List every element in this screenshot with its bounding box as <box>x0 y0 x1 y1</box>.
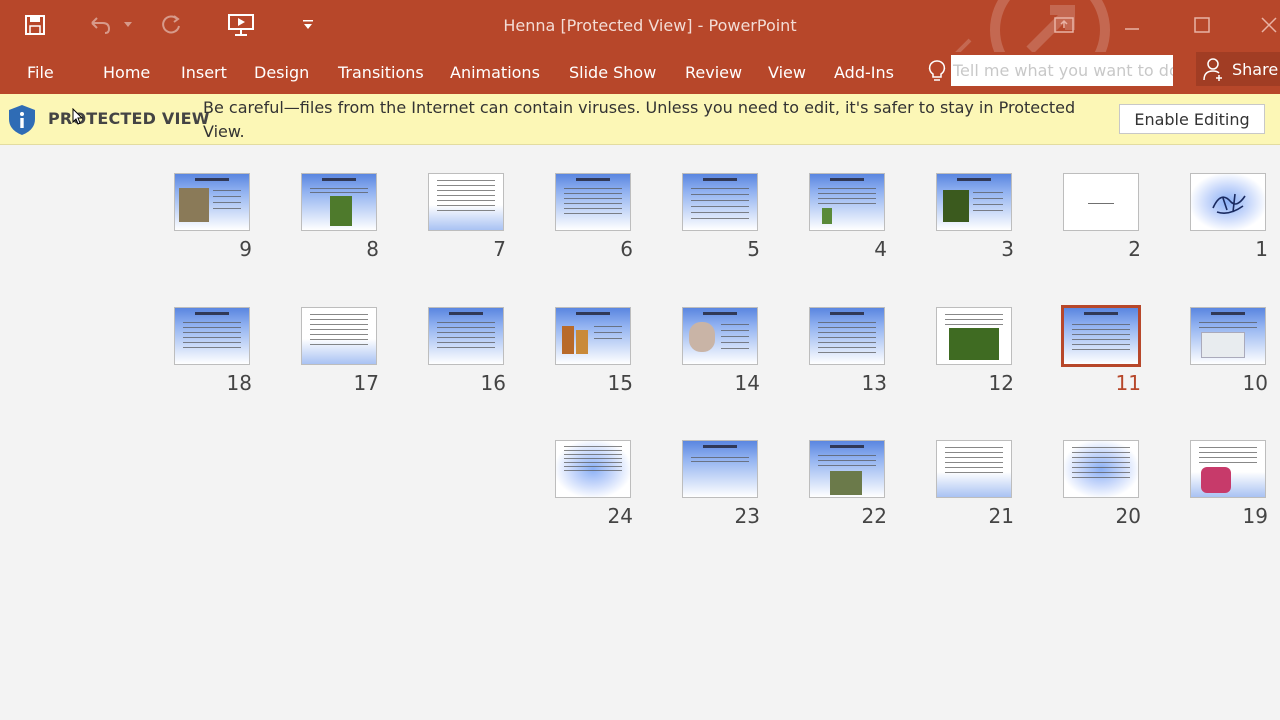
slide-thumbnail-13[interactable]: 13 <box>809 307 887 395</box>
ribbon-display-options-icon[interactable] <box>1049 10 1079 40</box>
slide-thumbnail-23[interactable]: 23 <box>682 440 760 528</box>
slide-number: 5 <box>747 237 760 261</box>
slide-preview <box>1190 307 1266 365</box>
slide-thumbnail-12[interactable]: 12 <box>936 307 1014 395</box>
slide-number: 4 <box>874 237 887 261</box>
slide-preview <box>174 307 250 365</box>
slide-preview <box>301 307 377 365</box>
slide-number: 3 <box>1001 237 1014 261</box>
tab-view[interactable]: View <box>768 58 806 88</box>
slide-number: 19 <box>1242 504 1268 528</box>
slide-thumbnail-7[interactable]: 7 <box>428 173 506 261</box>
slide-number: 13 <box>861 371 887 395</box>
slide-number: 21 <box>988 504 1014 528</box>
slide-thumbnail-11[interactable]: 11 <box>1061 305 1141 395</box>
slide-thumbnail-20[interactable]: 20 <box>1063 440 1141 528</box>
slide-number: 16 <box>480 371 506 395</box>
shield-info-icon <box>8 104 36 140</box>
slide-number: 1 <box>1255 237 1268 261</box>
tab-design[interactable]: Design <box>254 58 309 88</box>
slide-preview <box>809 440 885 498</box>
slide-preview <box>1061 305 1141 367</box>
slide-number: 17 <box>353 371 379 395</box>
slide-number: 12 <box>988 371 1014 395</box>
slide-thumbnail-8[interactable]: 8 <box>301 173 379 261</box>
slide-number: 14 <box>734 371 760 395</box>
slide-number: 8 <box>366 237 379 261</box>
slide-thumbnail-19[interactable]: 19 <box>1190 440 1268 528</box>
slide-preview <box>682 307 758 365</box>
slide-number: 18 <box>226 371 252 395</box>
lightbulb-icon <box>926 56 948 86</box>
slide-thumbnail-14[interactable]: 14 <box>682 307 760 395</box>
person-add-icon <box>1203 58 1222 81</box>
slide-thumbnail-18[interactable]: 18 <box>174 307 252 395</box>
slide-thumbnail-5[interactable]: 5 <box>682 173 760 261</box>
slide-preview <box>809 307 885 365</box>
slide-thumbnail-3[interactable]: 3 <box>936 173 1014 261</box>
tab-animations[interactable]: Animations <box>450 58 540 88</box>
slide-thumbnail-2[interactable]: 2 <box>1063 173 1141 261</box>
slide-number: 7 <box>493 237 506 261</box>
slide-preview <box>428 307 504 365</box>
slide-number: 23 <box>734 504 760 528</box>
slide-number: 22 <box>861 504 887 528</box>
slide-number: 20 <box>1115 504 1141 528</box>
slide-preview <box>1063 173 1139 231</box>
slide-thumbnail-10[interactable]: 10 <box>1190 307 1268 395</box>
slide-thumbnail-17[interactable]: 17 <box>301 307 379 395</box>
slide-thumbnail-21[interactable]: 21 <box>936 440 1014 528</box>
maximize-icon[interactable] <box>1187 10 1217 40</box>
slide-sorter: 1 2 3 4 5 6 7 8 9 10 11 12 13 14 15 16 1… <box>0 145 1280 720</box>
slide-thumbnail-16[interactable]: 16 <box>428 307 506 395</box>
protected-view-bar: PROTECTED VIEW Be careful—files from the… <box>0 94 1280 145</box>
slide-preview <box>936 173 1012 231</box>
slide-number: 24 <box>607 504 633 528</box>
window-title: Henna [Protected View] - PowerPoint <box>503 16 797 35</box>
slide-thumbnail-4[interactable]: 4 <box>809 173 887 261</box>
slide-preview <box>428 173 504 231</box>
minimize-icon[interactable] <box>1117 10 1147 40</box>
slide-preview <box>1190 440 1266 498</box>
tab-slide-show[interactable]: Slide Show <box>569 58 656 88</box>
slide-preview <box>936 307 1012 365</box>
tab-home[interactable]: Home <box>103 58 150 88</box>
slide-preview <box>809 173 885 231</box>
slide-number: 11 <box>1115 371 1141 395</box>
slide-preview <box>682 173 758 231</box>
slide-thumbnail-1[interactable]: 1 <box>1190 173 1268 261</box>
tab-add-ins[interactable]: Add-Ins <box>834 58 894 88</box>
slide-number: 10 <box>1242 371 1268 395</box>
slide-preview <box>1063 440 1139 498</box>
close-icon[interactable] <box>1254 10 1280 40</box>
slide-thumbnail-24[interactable]: 24 <box>555 440 633 528</box>
slide-thumbnail-6[interactable]: 6 <box>555 173 633 261</box>
slide-thumbnail-15[interactable]: 15 <box>555 307 633 395</box>
share-label: Share <box>1232 59 1279 79</box>
slide-thumbnail-22[interactable]: 22 <box>809 440 887 528</box>
slide-number: 9 <box>239 237 252 261</box>
slide-preview <box>555 440 631 498</box>
share-button[interactable]: Share <box>1196 52 1280 86</box>
mouse-cursor-icon <box>72 108 84 125</box>
slide-number: 6 <box>620 237 633 261</box>
slide-number: 2 <box>1128 237 1141 261</box>
tab-insert[interactable]: Insert <box>181 58 227 88</box>
slide-preview <box>174 173 250 231</box>
slide-preview <box>682 440 758 498</box>
slide-number: 15 <box>607 371 633 395</box>
slide-thumbnail-9[interactable]: 9 <box>174 173 252 261</box>
tab-review[interactable]: Review <box>685 58 742 88</box>
protected-view-message: Be careful—files from the Internet can c… <box>203 98 1076 141</box>
tab-file[interactable]: File <box>27 58 54 88</box>
slide-preview <box>301 173 377 231</box>
title-bar: Henna [Protected View] - PowerPoint <box>0 0 1280 52</box>
slide-preview <box>555 307 631 365</box>
slide-preview <box>555 173 631 231</box>
slide-preview <box>936 440 1012 498</box>
tell-me-search-input[interactable]: Tell me what you want to do <box>951 55 1173 86</box>
tab-transitions[interactable]: Transitions <box>338 58 424 88</box>
slide-preview <box>1190 173 1266 231</box>
enable-editing-button[interactable]: Enable Editing <box>1119 104 1265 134</box>
